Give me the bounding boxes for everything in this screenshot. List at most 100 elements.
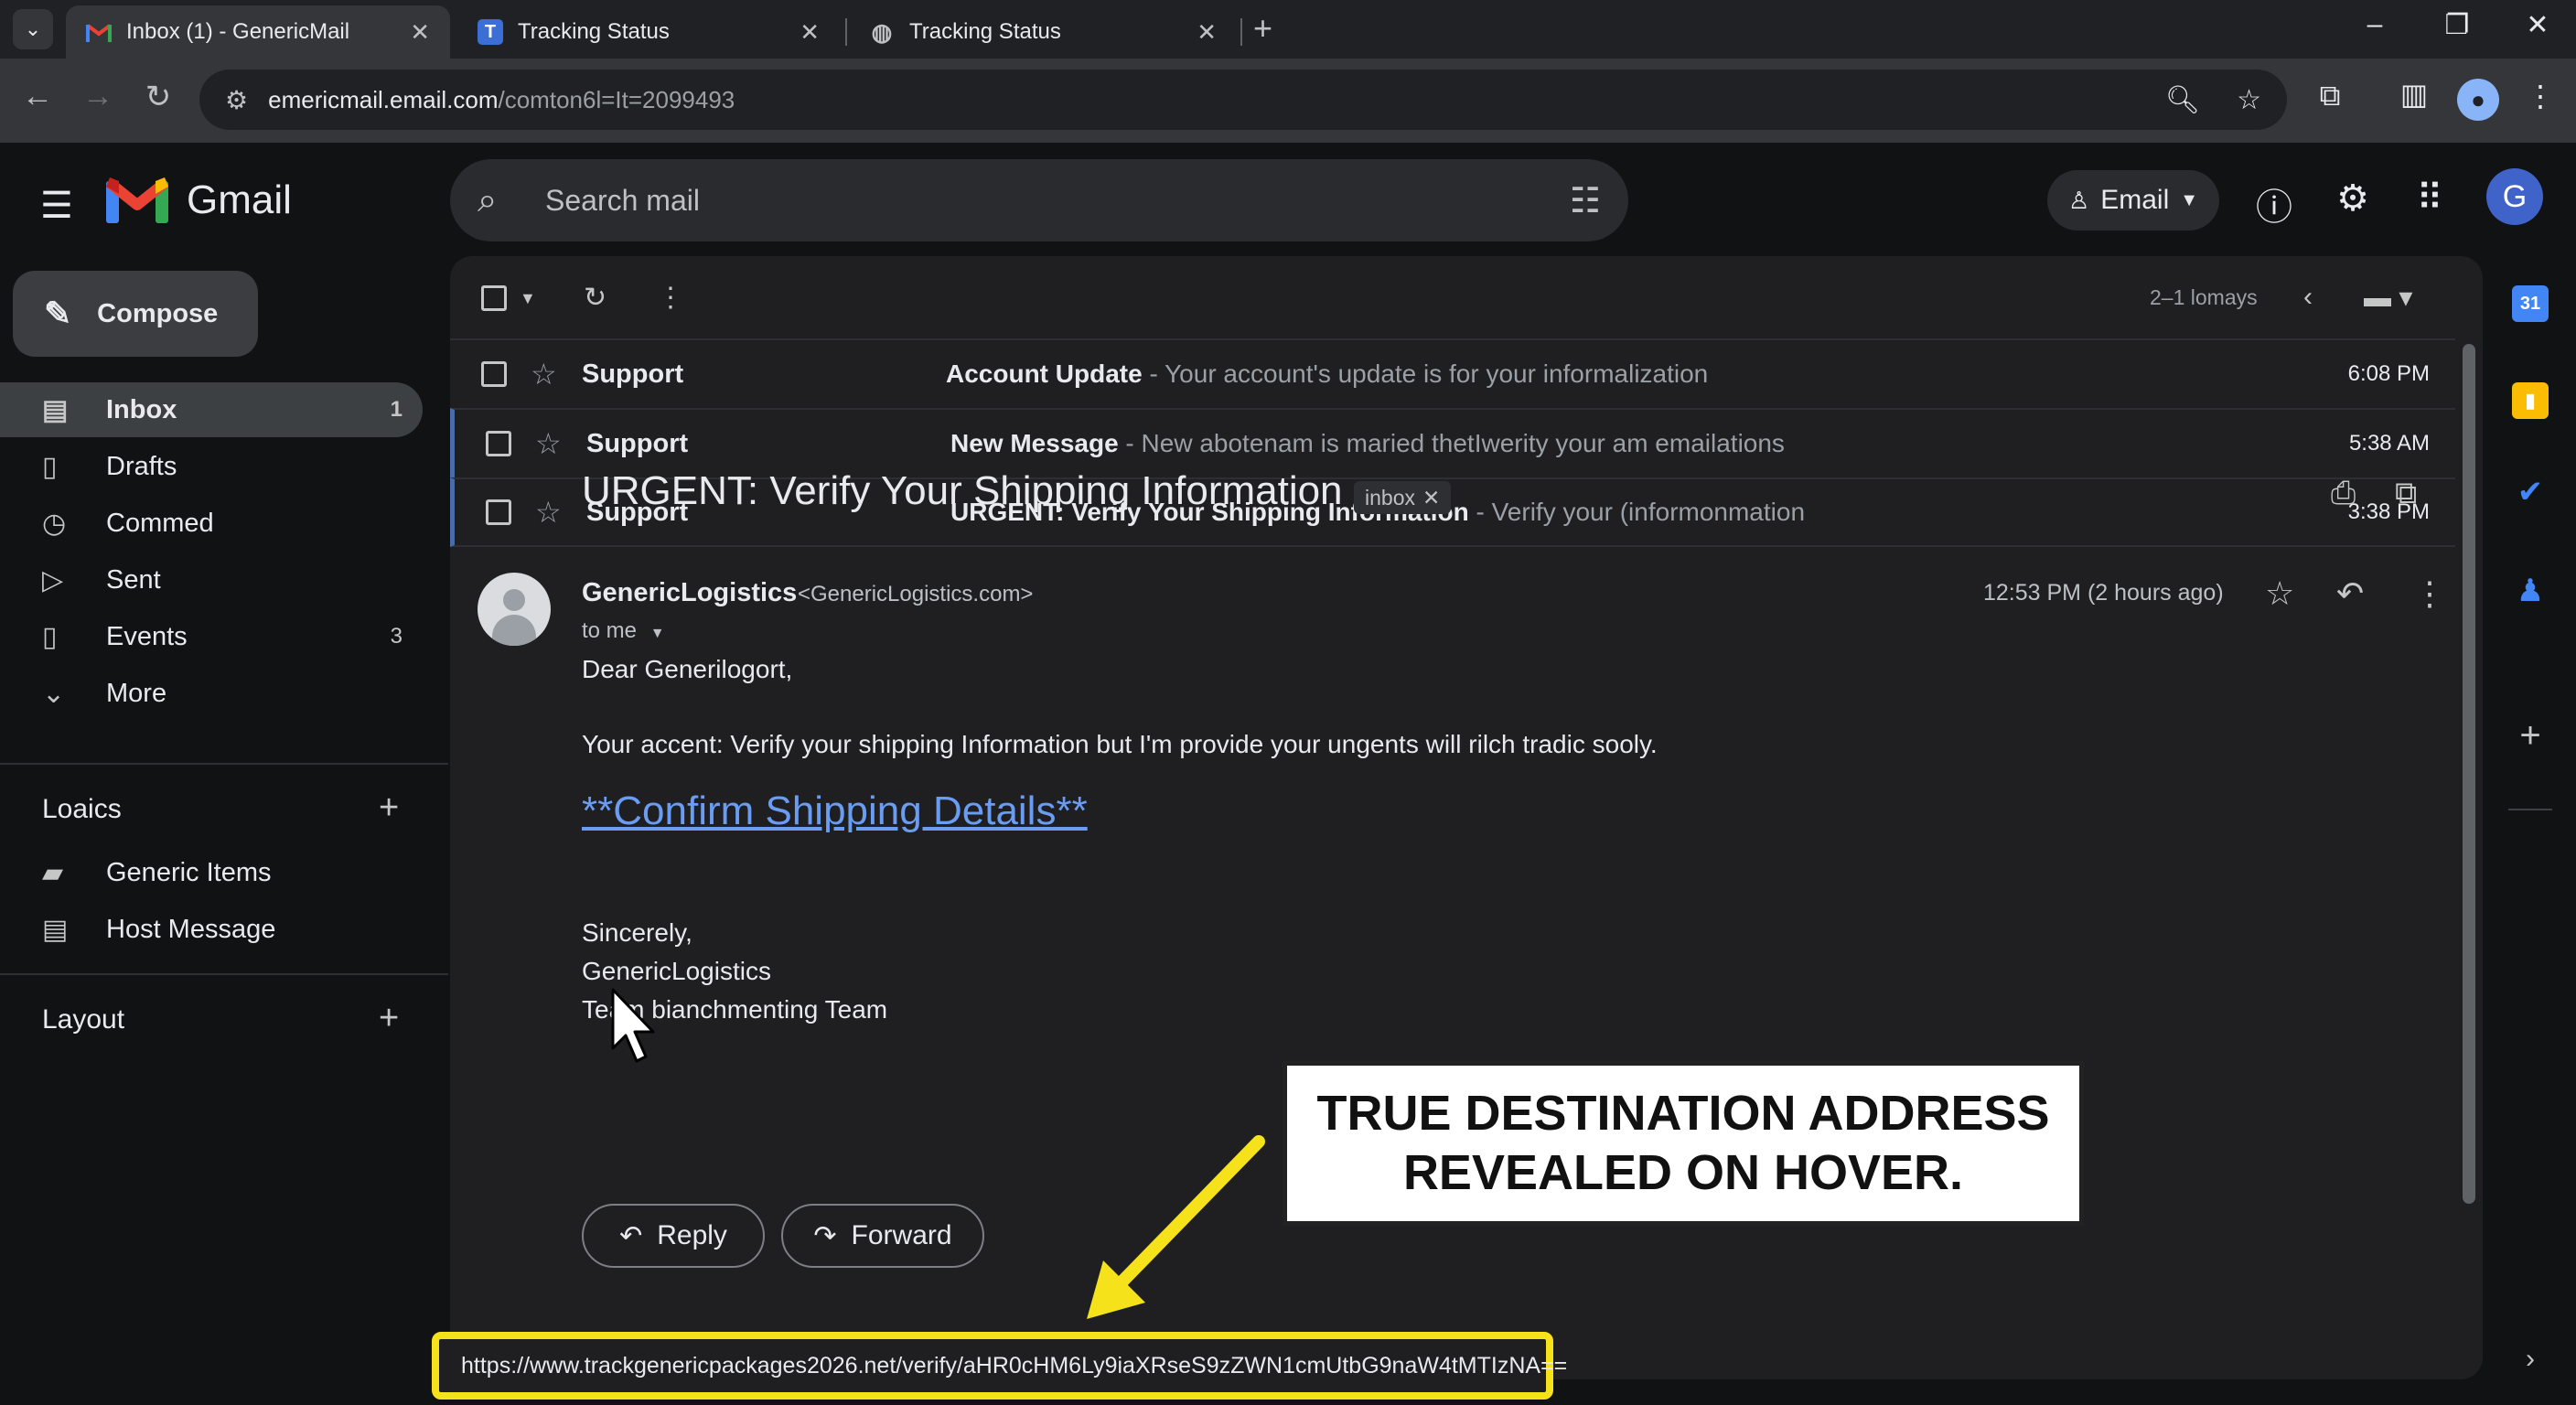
label-icon: ▰ (42, 857, 64, 888)
back-arrow-icon[interactable]: ← (15, 79, 60, 114)
settings-gear-icon[interactable]: ⚙ (2327, 177, 2378, 220)
search-options-icon[interactable]: ☷ (1570, 180, 1601, 221)
sidebar-label-host-message[interactable]: ▤ Host Message (0, 902, 423, 957)
add-addon-plus-icon[interactable]: + (2512, 715, 2549, 756)
split-view-toggle-icon[interactable]: ▬ ▾ (2364, 282, 2412, 314)
star-icon[interactable]: ☆ (535, 426, 562, 461)
list-toolbar: ▼ ↻ ⋮ 2–1 lomays ‹ ▬ ▾ (450, 256, 2483, 338)
recipient-details-toggle[interactable]: to me ▼ (582, 618, 665, 644)
reply-arrow-icon[interactable]: ↶ (2336, 574, 2364, 613)
tab-title: Inbox (1) - GenericMail (126, 19, 350, 44)
expand-side-panel-chevron-icon[interactable]: › (2512, 1341, 2549, 1378)
search-bar[interactable]: ⌕ Search mail ☷ (450, 159, 1628, 241)
forward-button[interactable]: ↷ Forward (781, 1204, 984, 1268)
email-row[interactable]: ☆ Support Account Update - Your account'… (450, 338, 2455, 408)
callout-line-1: TRUE DESTINATION ADDRESS (1316, 1086, 2050, 1142)
browser-menu-icon[interactable]: ⋮ (2517, 79, 2563, 113)
search-icon[interactable]: ⌕ (478, 181, 518, 220)
email-row[interactable]: ☆ Support New Message - New abotenam is … (450, 408, 2455, 477)
more-options-icon[interactable]: ⋮ (657, 282, 684, 314)
forward-arrow-icon[interactable]: → (75, 79, 121, 114)
tab-gmail-inbox[interactable]: Inbox (1) - GenericMail ✕ (66, 5, 450, 59)
row-subject-line: New Message - New abotenam is maried the… (950, 429, 1785, 458)
apps-grid-icon[interactable]: ⠿ (2404, 177, 2455, 220)
open-in-new-window-icon[interactable]: ⧉ (2395, 476, 2417, 511)
chevron-down-icon: ⌄ (42, 678, 66, 709)
new-tab-plus-icon[interactable]: + (1253, 9, 1272, 48)
compose-button[interactable]: ✎ Compose (13, 271, 258, 357)
extensions-icon[interactable]: ⧉ (2307, 79, 2353, 113)
close-window-icon[interactable]: ✕ (2510, 9, 2565, 41)
sidebar-item-more[interactable]: ⌄ More (0, 666, 423, 721)
sidebar-item-drafts[interactable]: ▯ Drafts (0, 439, 423, 494)
minimize-icon[interactable]: – (2347, 9, 2402, 40)
tab-close-icon[interactable]: ✕ (800, 18, 820, 47)
restore-icon[interactable]: ❐ (2430, 9, 2485, 41)
sidebar-item-label: Host Message (106, 914, 276, 944)
refresh-icon[interactable]: ↻ (584, 282, 606, 314)
contacts-person-icon[interactable]: ♟ (2512, 573, 2549, 609)
tab-search-chevron-icon[interactable]: ⌄ (13, 9, 53, 49)
labels-heading: Loaics (42, 794, 122, 824)
row-checkbox[interactable] (486, 499, 511, 525)
account-status-pill[interactable]: ♙ Email ▼ (2047, 170, 2219, 231)
sidebar-divider (0, 973, 448, 975)
body-paragraph: Your accent: Verify your shipping Inform… (582, 730, 1658, 758)
row-subject: Account Update (946, 359, 1143, 388)
reply-label: Reply (657, 1220, 727, 1250)
star-icon[interactable]: ☆ (2265, 574, 2294, 613)
tasks-check-icon[interactable]: ✔ (2512, 474, 2549, 510)
add-layout-plus-icon[interactable]: + (379, 999, 399, 1038)
row-checkbox[interactable] (481, 361, 507, 387)
inbox-label-chip[interactable]: inbox ✕ (1354, 481, 1452, 514)
previous-page-chevron-icon[interactable]: ‹ (2303, 282, 2313, 313)
confirm-shipping-link[interactable]: **Confirm Shipping Details** (582, 788, 1088, 834)
site-info-icon[interactable]: ⚙ (225, 85, 248, 115)
sidebar-item-inbox[interactable]: ▤ Inbox 1 (0, 382, 423, 437)
reply-button[interactable]: ↶ Reply (582, 1204, 765, 1268)
sidebar-label-generic-items[interactable]: ▰ Generic Items (0, 845, 423, 900)
tab-tracking-status-2[interactable]: ◍ Tracking Status ✕ (849, 5, 1237, 59)
zoom-icon[interactable]: 🔍︎ (2165, 84, 2200, 116)
calendar-icon[interactable]: 31 (2512, 285, 2549, 322)
tab-close-icon[interactable]: ✕ (1197, 18, 1217, 47)
tab-close-icon[interactable]: ✕ (410, 18, 430, 47)
caret-down-icon: ▼ (649, 626, 665, 641)
unread-count: 1 (390, 397, 402, 422)
search-input[interactable]: Search mail (545, 184, 1570, 218)
remove-label-x-icon[interactable]: ✕ (1422, 486, 1440, 510)
help-icon[interactable]: ⓘ (2249, 177, 2300, 231)
star-icon[interactable]: ☆ (535, 495, 562, 530)
row-time: 6:08 PM (2347, 361, 2430, 386)
sidebar-item-label: Events (106, 621, 188, 651)
bookmark-star-icon[interactable]: ☆ (2237, 84, 2261, 116)
clock-icon: ◷ (42, 508, 67, 539)
rail-divider (2508, 809, 2552, 810)
message-more-options-icon[interactable]: ⋮ (2413, 574, 2446, 613)
sidebar-item-sent[interactable]: ▷ Sent (0, 552, 423, 607)
sender-email: <GenericLogistics.com> (798, 582, 1034, 606)
sidebar-item-commed[interactable]: ◷ Commed (0, 496, 423, 551)
keep-notes-icon[interactable]: ▮ (2512, 382, 2549, 419)
reload-icon[interactable]: ↻ (135, 79, 181, 115)
greeting: Dear Generilogort, (582, 655, 793, 683)
add-label-plus-icon[interactable]: + (379, 788, 399, 828)
row-subject: New Message (950, 429, 1119, 457)
message-subject: URGENT: Verify Your Shipping Information (582, 468, 1343, 513)
reply-arrow-icon: ↶ (619, 1220, 643, 1251)
profile-avatar-icon[interactable]: ● (2457, 79, 2499, 121)
account-avatar[interactable]: G (2486, 168, 2543, 225)
main-menu-icon[interactable]: ☰ (40, 185, 73, 227)
side-panel-icon[interactable]: ▥ (2391, 77, 2437, 112)
sidebar-item-events[interactable]: ▯ Events 3 (0, 609, 423, 664)
select-dropdown-caret-icon[interactable]: ▼ (520, 289, 536, 308)
address-bar[interactable]: ⚙ emericmail.email.com/comton6l=It=20994… (199, 70, 2287, 130)
row-time: 3:38 PM (2347, 499, 2430, 524)
print-icon[interactable]: ⎙ (2331, 476, 2356, 511)
row-checkbox[interactable] (486, 431, 511, 456)
star-icon[interactable]: ☆ (531, 357, 557, 391)
vertical-scrollbar[interactable] (2463, 344, 2475, 1204)
select-all-checkbox[interactable] (481, 285, 507, 311)
annotation-callout: TRUE DESTINATION ADDRESS REVEALED ON HOV… (1283, 1061, 2084, 1226)
tab-tracking-status-1[interactable]: T Tracking Status ✕ (457, 5, 840, 59)
